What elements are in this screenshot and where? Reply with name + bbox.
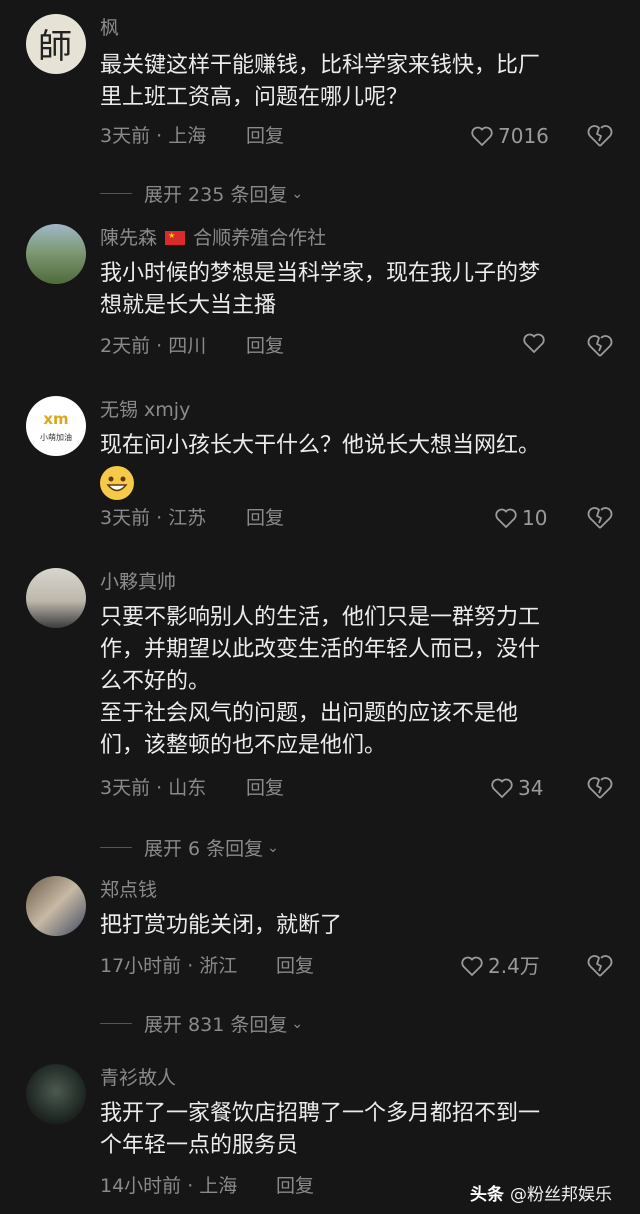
chevron-down-icon: ⌄ <box>267 839 279 856</box>
watermark-brand: 头条 <box>470 1184 504 1205</box>
comment-text: 我开了一家餐饮店招聘了一个多月都招不到一 个年轻一点的服务员 <box>100 1098 600 1162</box>
like-count: 7016 <box>498 124 549 148</box>
comment-line: 么不好的。 <box>100 669 211 694</box>
comment-text: 我小时候的梦想是当科学家，现在我儿子的梦 想就是长大当主播 <box>100 258 600 322</box>
time-location: 2天前 · 四川 <box>100 335 207 357</box>
chevron-down-icon: ⌄ <box>291 185 304 202</box>
expand-replies[interactable]: 展开 6 条回复 ⌄ <box>100 834 279 861</box>
divider-line <box>100 193 132 194</box>
time-location: 3天前 · 山东 <box>100 777 207 799</box>
like-count: 34 <box>518 776 544 800</box>
username: 陳先森 <box>100 227 158 249</box>
comment-line: 把打赏功能关闭，就断了 <box>100 913 343 938</box>
time-location: 3天前 · 上海 <box>100 125 207 147</box>
reply-button[interactable]: 回复 <box>246 504 284 532</box>
username[interactable]: 青衫故人 <box>100 1064 176 1092</box>
avatar-calligraphy: 師 <box>38 27 72 67</box>
heart-icon <box>491 778 513 799</box>
like-button[interactable]: 34 <box>490 774 543 802</box>
avatar[interactable] <box>26 568 86 628</box>
like-button[interactable]: 10 <box>494 504 547 532</box>
like-count: 2.4万 <box>488 954 540 978</box>
user-tag: 合顺养殖合作社 <box>193 227 327 249</box>
watermark: 头条 @粉丝邦娱乐 <box>470 1170 640 1214</box>
comment-line: 个年轻一点的服务员 <box>100 1133 299 1158</box>
reply-button[interactable]: 回复 <box>246 332 284 360</box>
comment-line: 最关键这样干能赚钱，比科学家来钱快，比厂 <box>100 53 541 78</box>
comment-line: 至于社会风气的问题，出问题的应该不是他 <box>100 701 519 726</box>
comment-text: 只要不影响别人的生活，他们只是一群努力工 作，并期望以此改变生活的年轻人而已，没… <box>100 602 600 762</box>
comment-line: 里上班工资高，问题在哪儿呢？ <box>100 85 409 110</box>
broken-heart-icon[interactable] <box>587 953 613 979</box>
expand-replies[interactable]: 展开 235 条回复 ⌄ <box>100 180 303 207</box>
avatar[interactable]: xm 小萌加油 <box>26 396 86 456</box>
grinning-emoji <box>100 466 134 500</box>
like-button[interactable] <box>522 332 546 354</box>
comment-line: 想就是长大当主播 <box>100 293 277 318</box>
like-button[interactable]: 7016 <box>470 122 549 150</box>
comment-line: 们，该整顿的也不应是他们。 <box>100 733 387 758</box>
reply-button[interactable]: 回复 <box>246 122 284 150</box>
username-row[interactable]: 陳先森 ★ 合顺养殖合作社 <box>100 224 326 252</box>
divider-line <box>100 847 132 848</box>
reply-button[interactable]: 回复 <box>246 774 284 802</box>
heart-icon <box>471 126 493 147</box>
heart-icon <box>461 956 483 977</box>
avatar[interactable] <box>26 224 86 284</box>
username[interactable]: 小夥真帅 <box>100 568 176 596</box>
avatar[interactable]: 師 <box>26 14 86 74</box>
like-button[interactable]: 2.4万 <box>460 952 540 980</box>
divider-line <box>100 1023 132 1024</box>
heart-icon <box>495 508 517 529</box>
watermark-handle: @粉丝邦娱乐 <box>510 1184 612 1205</box>
expand-replies-label: 展开 235 条回复 <box>144 184 288 206</box>
comment-line: 作，并期望以此改变生活的年轻人而已，没什 <box>100 637 541 662</box>
time-location: 14小时前 · 上海 <box>100 1175 238 1197</box>
username[interactable]: 枫 <box>100 14 119 42</box>
username[interactable]: 郑点钱 <box>100 876 157 904</box>
broken-heart-icon[interactable] <box>587 333 613 359</box>
broken-heart-icon[interactable] <box>587 123 613 149</box>
comment-text: 把打赏功能关闭，就断了 <box>100 910 600 942</box>
expand-replies-label: 展开 831 条回复 <box>144 1014 288 1036</box>
avatar-logo: xm <box>43 410 69 428</box>
avatar[interactable] <box>26 876 86 936</box>
comment-line: 只要不影响别人的生活，他们只是一群努力工 <box>100 605 541 630</box>
broken-heart-icon[interactable] <box>587 505 613 531</box>
time-location: 3天前 · 江苏 <box>100 507 207 529</box>
time-location: 17小时前 · 浙江 <box>100 955 238 977</box>
china-flag-icon: ★ <box>165 231 186 245</box>
reply-button[interactable]: 回复 <box>276 1172 314 1200</box>
expand-replies[interactable]: 展开 831 条回复 ⌄ <box>100 1010 303 1037</box>
like-count: 10 <box>522 506 548 530</box>
comment-line: 我开了一家餐饮店招聘了一个多月都招不到一 <box>100 1101 541 1126</box>
avatar[interactable] <box>26 1064 86 1124</box>
chevron-down-icon: ⌄ <box>291 1015 304 1032</box>
comment-line: 我小时候的梦想是当科学家，现在我儿子的梦 <box>100 261 541 286</box>
comment-text: 最关键这样干能赚钱，比科学家来钱快，比厂 里上班工资高，问题在哪儿呢？ <box>100 50 600 114</box>
expand-replies-label: 展开 6 条回复 <box>144 838 264 860</box>
broken-heart-icon[interactable] <box>587 775 613 801</box>
username[interactable]: 无锡 xmjy <box>100 396 190 424</box>
heart-icon <box>523 333 545 354</box>
reply-button[interactable]: 回复 <box>276 952 314 980</box>
comment-line: 现在问小孩长大干什么？他说长大想当网红。 <box>100 433 541 458</box>
avatar-logo-text: 小萌加油 <box>40 433 72 442</box>
comment-text: 现在问小孩长大干什么？他说长大想当网红。 <box>100 430 600 510</box>
